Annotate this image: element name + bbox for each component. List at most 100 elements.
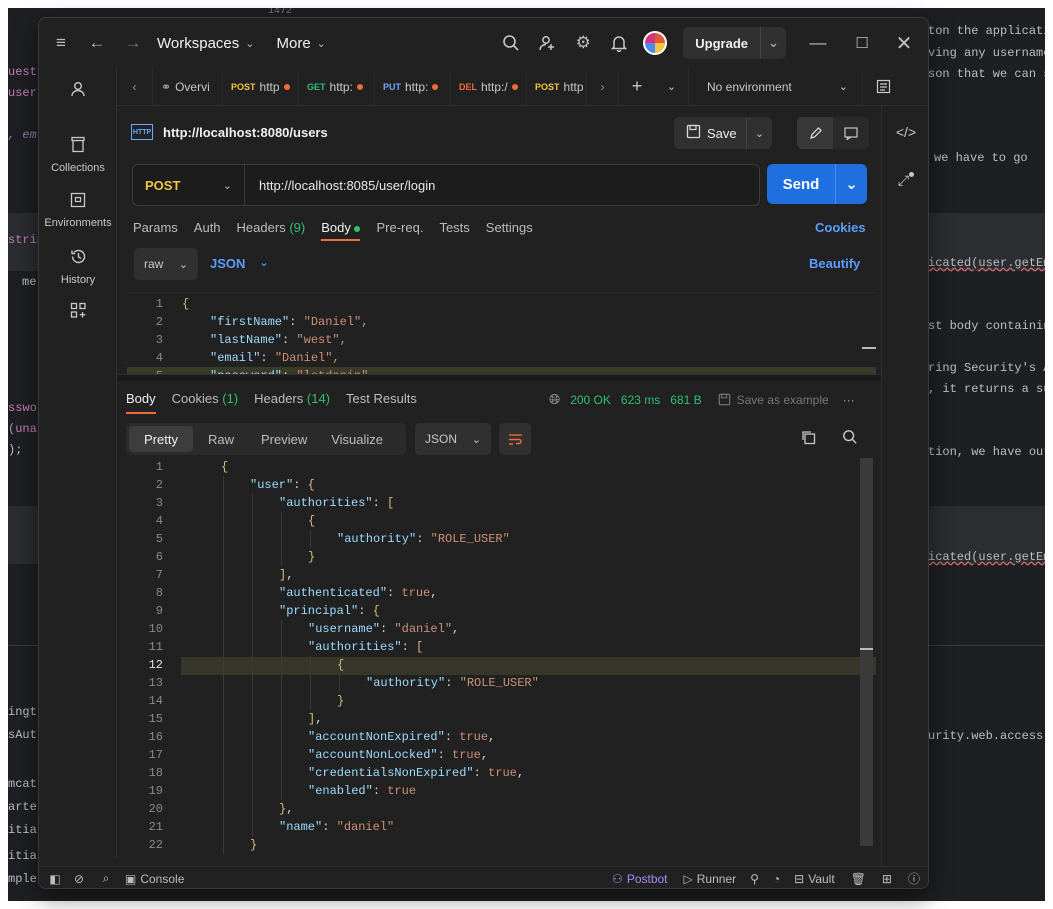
tab-post-request[interactable]: POST http <box>223 67 299 106</box>
tab-test-results[interactable]: Test Results <box>346 391 417 406</box>
capture-requests-icon[interactable]: ⚲ <box>750 872 759 886</box>
related-collections-icon[interactable]: ⤢ <box>882 172 928 189</box>
body-type-selector[interactable]: JSON ⌄ <box>210 256 269 271</box>
json-key: "enabled" <box>308 784 373 798</box>
response-time[interactable]: 623 ms <box>621 393 660 407</box>
trash-icon[interactable]: 🗑︎ <box>851 872 866 886</box>
tab-tests[interactable]: Tests <box>439 220 469 235</box>
response-body-viewer[interactable]: 1{2 "user": {3 "authorities": [4{5 "authori… <box>127 458 876 858</box>
response-view-switcher: Pretty Raw Preview Visualize <box>126 423 406 455</box>
online-status-icon[interactable]: ⊘ <box>65 872 93 886</box>
copy-icon[interactable] <box>801 430 816 448</box>
request-title[interactable]: http://localhost:8080/users <box>163 125 328 140</box>
view-raw[interactable]: Raw <box>193 432 249 447</box>
json-key: "authority" <box>366 676 446 690</box>
environment-selector[interactable]: No environment ⌄ <box>689 67 863 106</box>
search-response-icon[interactable] <box>842 429 858 448</box>
url-input[interactable]: http://localhost:8085/user/login <box>245 178 435 193</box>
runner-button[interactable]: ▷ Runner <box>684 872 737 886</box>
globe-icon[interactable]: 🌐︎ <box>549 391 560 408</box>
response-format-selector[interactable]: JSON ⌄ <box>415 423 491 455</box>
tab-headers[interactable]: Headers (9) <box>237 220 306 235</box>
line-number: 4 <box>155 351 163 365</box>
sidebar-item-history[interactable]: History <box>39 248 117 286</box>
console-button[interactable]: ▣ Console <box>125 872 184 886</box>
unsaved-dot-icon <box>356 83 363 90</box>
new-tab-plus-icon[interactable]: + <box>619 68 655 106</box>
settings-gear-icon[interactable]: ⚙ <box>565 25 601 61</box>
chevron-down-icon[interactable]: ⌄ <box>835 164 867 204</box>
code-line: "credentialsNonExpired": true, <box>308 764 524 782</box>
save-button[interactable]: Save ⌄ <box>674 117 772 149</box>
chevron-down-icon[interactable]: ⌄ <box>746 117 772 149</box>
workspaces-menu[interactable]: Workspaces ⌄ <box>157 35 254 52</box>
save-as-example-button[interactable]: Save as example <box>718 393 829 407</box>
cookies-status-icon[interactable]: ◔ <box>773 872 780 886</box>
view-preview[interactable]: Preview <box>249 432 319 447</box>
maximize-icon[interactable]: ☐ <box>844 25 880 61</box>
beautify-link[interactable]: Beautify <box>809 256 860 271</box>
close-icon[interactable]: ✕ <box>886 25 922 61</box>
tab-body[interactable]: Body <box>321 220 361 241</box>
invite-user-icon[interactable] <box>529 25 565 61</box>
tab-post-request-2[interactable]: POST http <box>527 67 587 106</box>
sidebar-item-account[interactable] <box>39 80 117 107</box>
more-menu[interactable]: More ⌄ <box>276 35 325 52</box>
minimize-icon[interactable]: — <box>800 25 836 61</box>
cookies-link[interactable]: Cookies <box>815 220 866 235</box>
avatar[interactable] <box>637 31 673 55</box>
sidebar-item-collections[interactable]: Collections <box>39 136 117 174</box>
search-icon[interactable] <box>493 25 529 61</box>
tab-delete-request[interactable]: DEL http:/ <box>451 67 527 106</box>
tab-auth[interactable]: Auth <box>194 220 221 235</box>
bg-code-fragment: , it returns a su <box>928 382 1045 396</box>
tabs-scroll-right-icon[interactable]: › <box>587 67 619 106</box>
two-pane-view-icon[interactable]: ⊞ <box>882 872 892 886</box>
send-button[interactable]: Send ⌄ <box>767 164 867 204</box>
wrap-lines-icon[interactable] <box>499 423 531 455</box>
tab-overview[interactable]: ⚭ Overvi <box>153 67 223 106</box>
comments-icon[interactable] <box>833 117 869 149</box>
tab-get-request[interactable]: GET http: <box>299 67 375 106</box>
upgrade-button[interactable]: Upgrade ⌄ <box>683 27 786 59</box>
tab-settings[interactable]: Settings <box>486 220 533 235</box>
postbot-button[interactable]: ⚇ Postbot <box>612 872 667 886</box>
method-selector[interactable]: POST ⌄ <box>133 165 245 205</box>
back-arrow-icon[interactable]: ← <box>79 25 115 61</box>
view-pretty[interactable]: Pretty <box>129 426 193 452</box>
menu-icon[interactable]: ≡ <box>43 25 79 61</box>
more-options-icon[interactable]: ··· <box>843 393 855 407</box>
toggle-sidebar-icon[interactable]: ◧ <box>45 872 65 886</box>
status-code[interactable]: 200 OK <box>570 393 611 407</box>
tab-response-body[interactable]: Body <box>126 391 156 414</box>
sidebar-item-add-workbench[interactable] <box>39 302 117 328</box>
request-body-editor[interactable]: 1 {2 "firstName": "Daniel", 3 "lastName": "w… <box>127 292 876 374</box>
code-line: "principal": { <box>279 602 380 620</box>
json-value: true <box>459 730 489 744</box>
user-icon <box>39 80 117 103</box>
tab-put-request[interactable]: PUT http: <box>375 67 451 106</box>
tab-response-headers[interactable]: Headers (14) <box>254 391 330 406</box>
vault-button[interactable]: ⊟ Vault <box>794 872 835 886</box>
tab-response-cookies[interactable]: Cookies (1) <box>172 391 238 406</box>
response-size[interactable]: 681 B <box>670 393 701 407</box>
sidebar-item-environments[interactable]: Environments <box>39 192 117 229</box>
notification-bell-icon[interactable] <box>601 25 637 61</box>
body-mode-selector[interactable]: raw ⌄ <box>134 248 198 280</box>
help-icon[interactable]: ⓘ <box>908 870 920 887</box>
find-replace-icon[interactable]: ⌕ <box>93 871 119 886</box>
tab-pre-request[interactable]: Pre-req. <box>376 220 423 235</box>
tabs-dropdown-chevron-icon[interactable]: ⌄ <box>655 67 689 106</box>
view-visualize[interactable]: Visualize <box>319 432 395 447</box>
tab-params[interactable]: Params <box>133 220 178 235</box>
json-key: "credentialsNonExpired" <box>308 766 474 780</box>
edit-pencil-icon[interactable] <box>797 117 833 149</box>
tabs-scroll-left-icon[interactable]: ‹ <box>117 67 153 106</box>
scrollbar-thumb[interactable] <box>860 458 873 846</box>
environment-quick-look-icon[interactable] <box>863 68 903 106</box>
line-number: 14 <box>148 694 163 708</box>
forward-arrow-icon[interactable]: → <box>115 25 151 61</box>
code-snippet-icon[interactable]: </> <box>882 124 928 140</box>
pane-divider[interactable] <box>117 374 881 381</box>
chevron-down-icon[interactable]: ⌄ <box>760 27 786 59</box>
